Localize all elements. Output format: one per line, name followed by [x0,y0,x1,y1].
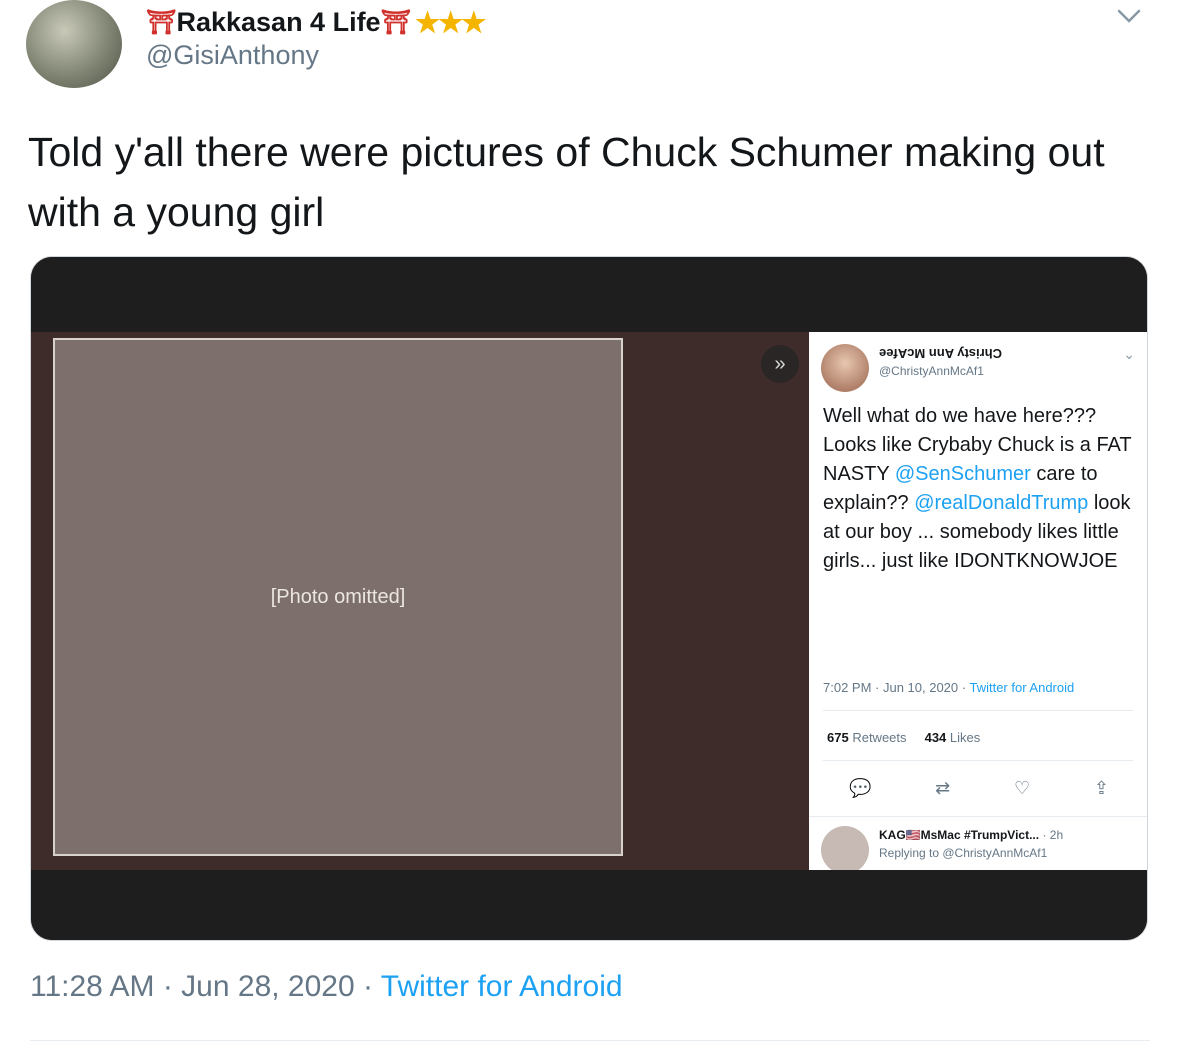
torii-gate-icon: ⛩ [146,8,177,36]
letterbox-bottom [31,870,1147,940]
reply-icon: 💬 [849,778,872,798]
divider [809,816,1147,817]
tweet-text: Told y'all there were pictures of Chuck … [28,129,1105,235]
tweet-source[interactable]: Twitter for Android [381,970,623,1003]
reply-to: Replying to @ChristyAnnMcAf1 [879,846,1048,860]
divider [823,760,1133,761]
retweet-icon: ⇄ [935,778,951,798]
embedded-meta: 7:02 PM · Jun 10, 2020 · Twitter for And… [823,680,1075,695]
forward-icon: » [761,345,799,383]
embedded-name: Christy Ann McAfee [879,346,1003,361]
embedded-handle: @ChristyAnnMcAf1 [879,364,984,378]
reply-avatar [821,826,869,872]
author-name: Rakkasan 4 Life [176,6,381,37]
chevron-down-icon: ⌄ [1123,346,1135,362]
author-name-row[interactable]: ⛩ Rakkasan 4 Life ⛩ ★★★ [146,6,486,38]
share-icon: ⇪ [1093,778,1109,798]
tweet-media[interactable]: [Photo omitted] » Christy Ann McAfee @Ch… [30,256,1148,941]
divider [823,710,1133,711]
torii-gate-icon: ⛩ [380,8,412,36]
embedded-tweet: Christy Ann McAfee @ChristyAnnMcAf1 ⌄ We… [809,332,1147,872]
divider [30,1040,1150,1041]
letterbox-top [31,257,1147,332]
embedded-stats: 675 Retweets 434 Likes [827,730,981,745]
author-handle[interactable]: @GisiAnthony [146,40,319,71]
embedded-avatar [821,344,869,392]
photo-placeholder: [Photo omitted] [53,338,623,856]
tweet-footer: 11:28 AM · Jun 28, 2020 · Twitter for An… [30,970,623,1004]
chevron-down-icon[interactable] [1115,6,1143,26]
embedded-text: Well what do we have here??? Looks like … [823,405,1132,572]
like-icon: ♡ [1014,778,1031,798]
author-avatar[interactable] [26,0,122,88]
star-icon: ★★★ [415,6,486,38]
embedded-actions: 💬 ⇄ ♡ ⇪ [849,778,1109,799]
reply-header: KAG🇺🇸MsMac #TrumpVict... · 2h [879,828,1064,842]
tweet-timestamp[interactable]: 11:28 AM · Jun 28, 2020 · [30,970,381,1003]
